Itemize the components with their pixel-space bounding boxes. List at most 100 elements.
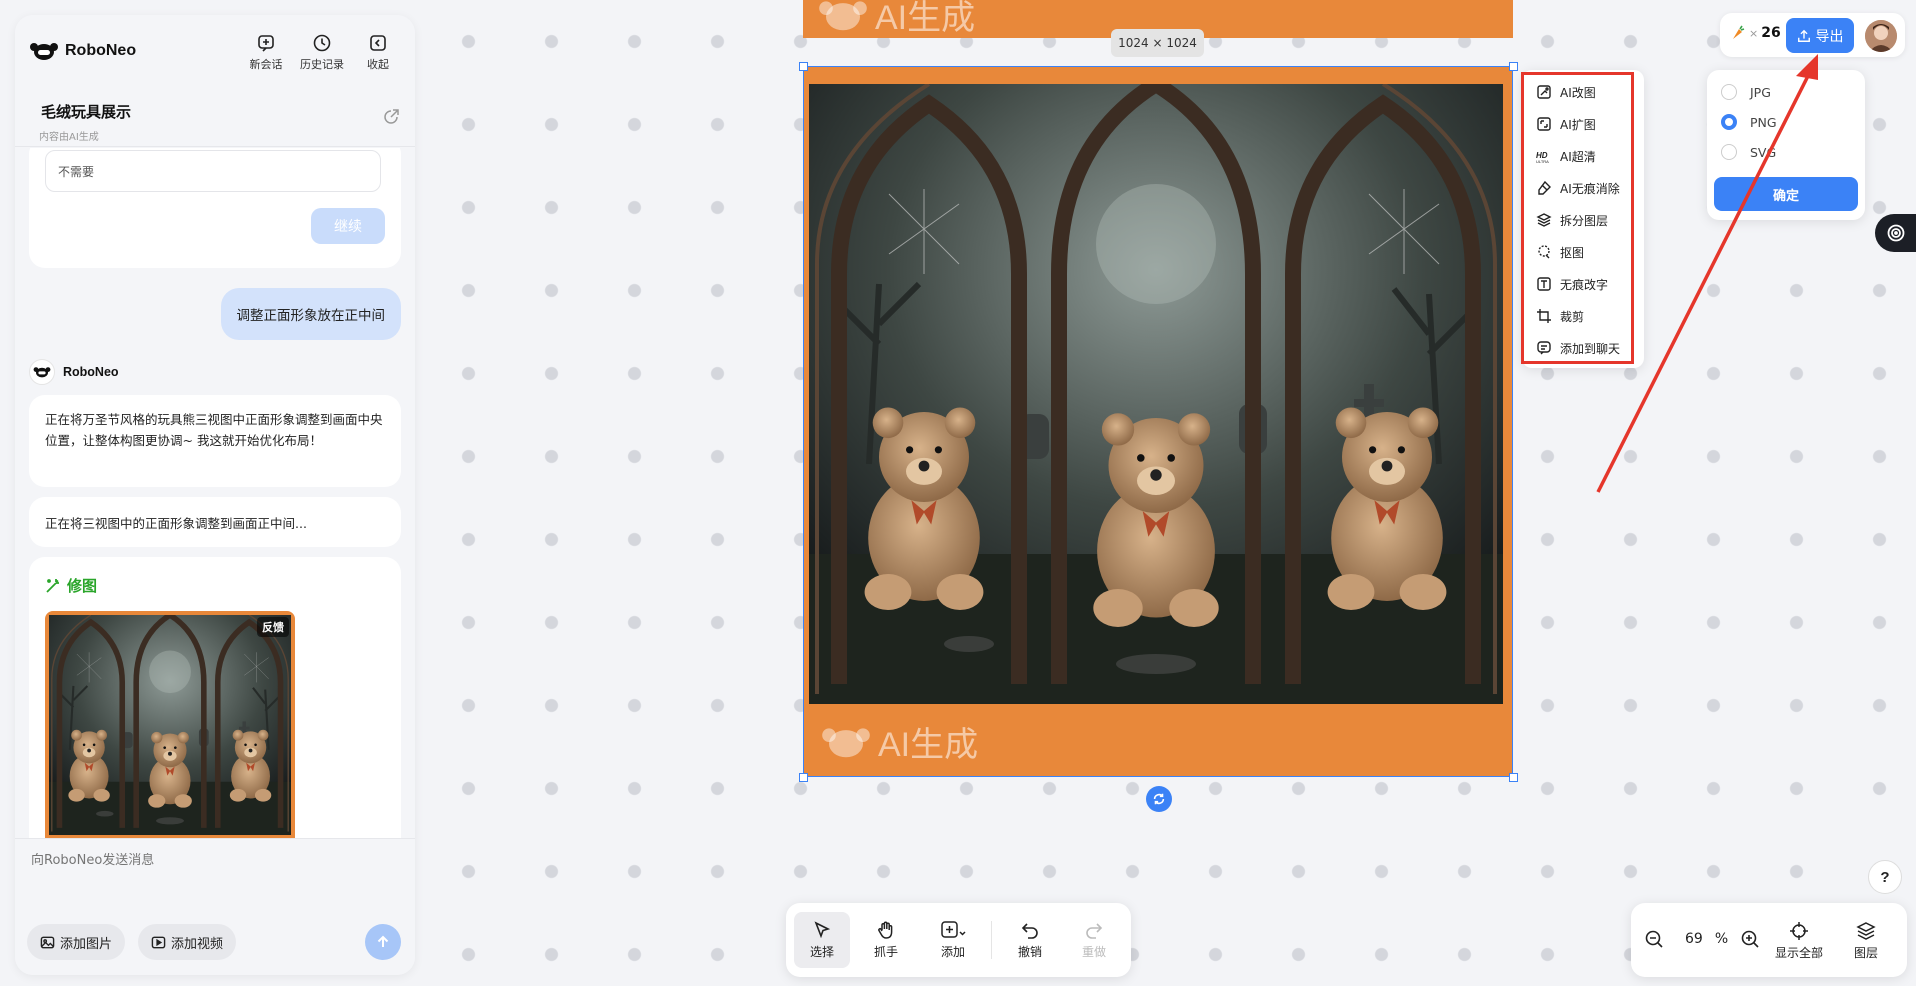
radio-jpg[interactable] [1721, 84, 1737, 100]
edit-heading: 修图 [45, 575, 97, 596]
question-card: 不需要 继续 [29, 148, 401, 268]
share-icon[interactable] [381, 107, 401, 127]
answer-input[interactable]: 不需要 [45, 150, 381, 192]
resize-handle-top-left[interactable] [799, 62, 808, 71]
side-widget-tab[interactable] [1875, 214, 1916, 252]
rotate-handle[interactable] [1146, 786, 1172, 812]
resize-handle-top-right[interactable] [1509, 62, 1518, 71]
export-format-panel: JPG PNG SVG 确定 [1707, 70, 1865, 220]
menu-item-ai-expand[interactable]: AI扩图 [1536, 114, 1596, 134]
menu-item-label: 拆分图层 [1560, 213, 1609, 228]
video-icon [151, 936, 166, 948]
hand-tool[interactable]: 抓手 [858, 912, 914, 968]
add-video-label: 添加视频 [171, 936, 224, 952]
user-message: 调整正面形象放在正中间 [220, 288, 401, 340]
zoom-out-button[interactable] [1644, 929, 1664, 949]
export-label: 导出 [1815, 28, 1844, 45]
watermark: AI生成 [817, 0, 975, 38]
bot-avatar-icon [29, 359, 55, 385]
app-name: RoboNeo [65, 42, 137, 59]
format-label: SVG [1750, 144, 1777, 160]
fit-all-button[interactable]: 显示全部 [1775, 921, 1823, 961]
zoom-in-icon [1741, 930, 1759, 948]
collapse-label: 收起 [367, 58, 389, 71]
hd-ultra-icon: HDULTRA [1536, 151, 1549, 164]
radio-png-selected[interactable] [1721, 114, 1737, 130]
layers-label: 图层 [1854, 946, 1879, 960]
zoom-in-button[interactable] [1740, 929, 1760, 949]
fit-all-label: 显示全部 [1775, 946, 1824, 960]
collapse-button[interactable]: 收起 [355, 33, 401, 72]
image-icon [40, 936, 55, 948]
user-avatar[interactable] [1865, 20, 1897, 52]
menu-item-split-layers[interactable]: 拆分图层 [1536, 210, 1608, 230]
select-cursor-icon [814, 921, 831, 939]
redo-button[interactable]: 重做 [1066, 912, 1122, 968]
zoom-value: 69 [1685, 931, 1703, 947]
confirm-export-button[interactable]: 确定 [1714, 177, 1858, 211]
help-button[interactable]: ? [1868, 860, 1902, 894]
new-chat-button[interactable]: 新会话 [243, 33, 289, 72]
layers-button[interactable]: 图层 [1854, 921, 1878, 961]
layers-icon [1856, 922, 1876, 940]
menu-item-crop[interactable]: 裁剪 [1536, 306, 1584, 326]
add-to-chat-icon [1537, 341, 1551, 355]
tool-label: 撤销 [1017, 945, 1042, 959]
conversation-subtitle: 内容由AI生成 [39, 132, 99, 143]
menu-item-text-edit[interactable]: 无痕改字 [1536, 274, 1608, 294]
menu-item-label: 裁剪 [1560, 309, 1585, 324]
history-button[interactable]: 历史记录 [299, 33, 345, 72]
send-button[interactable] [365, 924, 401, 960]
zoom-controls: 69 % 显示全部 图层 [1631, 903, 1907, 977]
export-button[interactable]: 导出 [1786, 18, 1854, 53]
selected-canvas-image[interactable]: AI生成 [803, 66, 1513, 777]
format-option-png[interactable]: PNG [1721, 114, 1777, 130]
tool-label: 重做 [1081, 945, 1106, 959]
redo-icon [1086, 923, 1103, 939]
watermark: AI生成 [820, 717, 978, 766]
resize-handle-bottom-left[interactable] [799, 773, 808, 782]
menu-item-cutout[interactable]: 抠图 [1536, 242, 1584, 262]
menu-item-label: 无痕改字 [1560, 277, 1609, 292]
add-video-button[interactable]: 添加视频 [138, 924, 237, 960]
dimension-label: 1024 × 1024 [1111, 29, 1204, 57]
add-image-button[interactable]: 添加图片 [27, 924, 126, 960]
continue-button[interactable]: 继续 [311, 208, 385, 244]
zoom-level[interactable]: 69 % [1685, 931, 1728, 947]
format-label: JPG [1750, 84, 1771, 100]
radio-svg[interactable] [1721, 144, 1737, 160]
ai-expand-icon [1537, 117, 1551, 131]
menu-item-label: AI扩图 [1560, 117, 1596, 132]
format-option-svg[interactable]: SVG [1721, 144, 1776, 160]
edit-title: 修图 [67, 577, 98, 595]
credits-count: 26 [1761, 25, 1781, 41]
menu-item-ai-erase[interactable]: AI无痕消除 [1536, 178, 1620, 198]
add-icon [941, 921, 966, 938]
halloween-teddy-bears-image [809, 84, 1503, 704]
credits-balance[interactable]: × 26 [1730, 25, 1781, 41]
menu-item-label: AI改图 [1560, 85, 1596, 100]
magic-wand-icon [46, 578, 59, 593]
add-tool[interactable]: 添加 [922, 912, 984, 968]
roboneo-watermark-icon [819, 0, 867, 30]
menu-item-ai-hd[interactable]: HD ULTRA AI超清 [1536, 146, 1596, 166]
tool-label: 添加 [940, 945, 965, 959]
menu-item-add-to-chat[interactable]: 添加到聊天 [1536, 338, 1620, 358]
cutout-icon [1538, 245, 1550, 259]
undo-button[interactable]: 撤销 [1002, 912, 1058, 968]
ai-edit-icon [1537, 85, 1551, 99]
result-thumbnail[interactable]: 反馈 [45, 611, 295, 838]
add-image-label: 添加图片 [60, 936, 113, 952]
roboneo-logo-icon [29, 41, 59, 61]
message-input[interactable] [31, 853, 391, 868]
format-option-jpg[interactable]: JPG [1721, 84, 1771, 100]
menu-item-label: AI无痕消除 [1560, 181, 1620, 196]
svg-text:ULTRA: ULTRA [1536, 159, 1549, 164]
feedback-button[interactable]: 反馈 [257, 617, 289, 637]
menu-item-ai-edit[interactable]: AI改图 [1536, 82, 1596, 102]
resize-handle-bottom-right[interactable] [1509, 773, 1518, 782]
tool-label: 选择 [809, 945, 834, 959]
select-tool[interactable]: 选择 [794, 912, 850, 968]
fit-all-icon [1790, 922, 1808, 940]
conversation-title: 毛绒玩具展示 [41, 103, 132, 121]
